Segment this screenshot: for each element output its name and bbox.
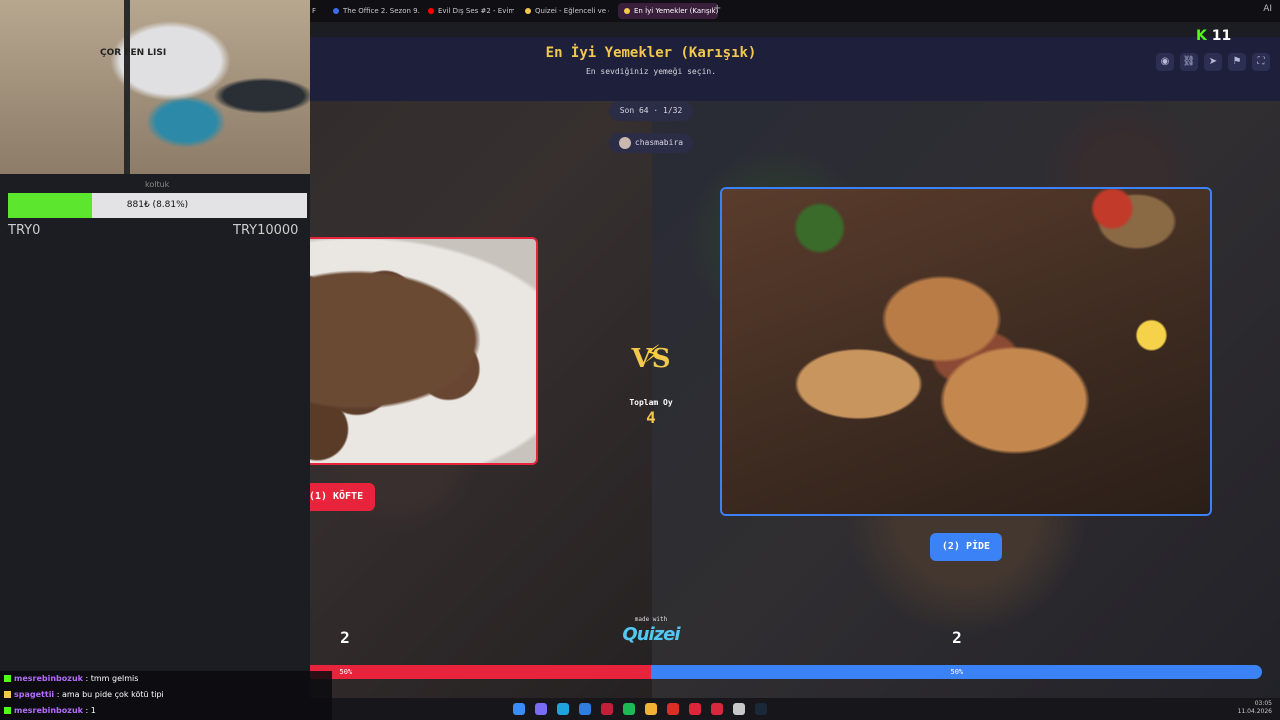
spotify-icon[interactable] [623, 703, 635, 715]
user-badge: chasmabira [609, 133, 693, 153]
total-votes-label: Toplam Oy [629, 398, 673, 407]
chat-message: mesrebinbozuk : tmm gelmis [4, 674, 138, 683]
chat-username: mesrebinbozuk [14, 674, 83, 683]
tab-1[interactable]: F [312, 3, 320, 19]
right-vote-count: 2 [952, 628, 962, 647]
made-with-label: made with [634, 616, 668, 623]
app-icon[interactable] [711, 703, 723, 715]
chat-badge-icon [4, 675, 11, 682]
right-percent: 50% [950, 668, 964, 676]
youtube-icon [428, 8, 434, 14]
tab-label: En İyi Yemekler (Karışık) [634, 7, 718, 15]
folder-icon[interactable] [645, 703, 657, 715]
chat-message: spagettii : ama bu pide çok kötü tipi [4, 690, 164, 699]
left-vote-count: 2 [340, 628, 350, 647]
system-clock[interactable]: 03:05 11.04.2026 [1238, 700, 1272, 716]
send-icon[interactable]: ➤ [1204, 53, 1222, 71]
chrome-icon[interactable] [667, 703, 679, 715]
round-indicator: Son 64 · 1/32 [609, 101, 693, 121]
new-tab-button[interactable]: + [713, 3, 721, 14]
link-icon[interactable]: ⛓ [1180, 53, 1198, 71]
clock-date: 11.04.2026 [1237, 708, 1272, 715]
tab-4[interactable]: Quizei - Eğlenceli ve etki [525, 3, 609, 19]
webcam-sign-text: ÇOR FEN LISI [100, 48, 167, 58]
avatar [618, 136, 631, 149]
header-actions: ◉ ⛓ ➤ ⚑ ⛶ [1156, 53, 1270, 71]
viewer-count-badge: K 11 [1196, 28, 1231, 44]
chat-message: mesrebinbozuk : 1 [4, 706, 96, 715]
chat-username: mesrebinbozuk [14, 706, 83, 715]
start-icon[interactable] [513, 703, 525, 715]
donation-goal-label: koltuk [145, 180, 170, 189]
left-progress-fill: 50% [310, 665, 651, 679]
vote-progress-bar: 50% 50% [310, 665, 1262, 679]
page-title: En İyi Yemekler (Karışık) [545, 45, 757, 61]
username: chasmabira [634, 138, 684, 147]
quiz-page: En İyi Yemekler (Karışık) En sevdiğiniz … [310, 22, 1280, 698]
obs-icon[interactable] [689, 703, 701, 715]
tab-label: The Office 2. Sezon 9. Bö [343, 7, 421, 15]
choose-kofte-button[interactable]: (1) KÖFTE [310, 483, 375, 511]
page-header: En İyi Yemekler (Karışık) En sevdiğiniz … [310, 37, 1280, 101]
kick-icon: K [1196, 28, 1207, 44]
quizei-icon [525, 8, 531, 14]
chat-username: spagettii [14, 690, 55, 699]
tab-favicon-icon [333, 8, 339, 14]
flag-icon[interactable]: ⚑ [1228, 53, 1246, 71]
copilot-icon[interactable] [535, 703, 547, 715]
steam-icon[interactable] [755, 703, 767, 715]
os-taskbar: 03:05 11.04.2026 [332, 698, 1280, 720]
right-progress-fill: 50% [651, 665, 1262, 679]
total-votes-value: 4 [646, 408, 656, 427]
chat-badge-icon [4, 707, 11, 714]
viewer-count: 11 [1211, 28, 1232, 44]
chat-text: : tmm gelmis [85, 674, 139, 683]
tab-active[interactable]: En İyi Yemekler (Karışık) [618, 3, 718, 19]
donation-min: TRY0 [8, 223, 41, 238]
toolbar-ai-label[interactable]: AI [1263, 4, 1272, 14]
quizei-logo[interactable]: Quizei [611, 624, 691, 645]
tab-label: Evil Dış Ses #2 - Evim Şel [438, 7, 514, 15]
tab-3[interactable]: Evil Dış Ses #2 - Evim Şel [428, 3, 514, 19]
edge-icon[interactable] [557, 703, 569, 715]
eye-icon[interactable]: ◉ [1156, 53, 1174, 71]
pide-image [722, 189, 1210, 514]
choose-pide-button[interactable]: (2) PİDE [930, 533, 1002, 561]
choice-card-kofte[interactable] [310, 237, 538, 465]
page-subtitle: En sevdiğiniz yemeği seçin. [585, 67, 717, 76]
lightning-icon: ⚡ [644, 340, 661, 368]
choice-card-pide[interactable] [720, 187, 1212, 516]
settings-icon[interactable] [579, 703, 591, 715]
clock-time: 03:05 [1254, 700, 1272, 707]
opera-icon[interactable] [601, 703, 613, 715]
donation-progress-bar: 881₺ (8.81%) [8, 193, 307, 218]
chat-text: : 1 [85, 706, 96, 715]
tab-label: Quizei - Eğlenceli ve etki [535, 7, 609, 15]
donation-amount: 881₺ (8.81%) [126, 200, 189, 210]
donation-max: TRY10000 [233, 223, 299, 238]
stream-chat: mesrebinbozuk : tmm gelmis spagettii : a… [0, 671, 332, 720]
tab-2[interactable]: The Office 2. Sezon 9. Bö [333, 3, 421, 19]
kofte-image [310, 239, 536, 463]
app-icon[interactable] [733, 703, 745, 715]
fullscreen-icon[interactable]: ⛶ [1252, 53, 1270, 71]
tab-label: F [312, 7, 317, 15]
webcam-feed: ÇOR FEN LISI [0, 0, 310, 174]
quizei-icon [624, 8, 630, 14]
chat-text: : ama bu pide çok kötü tipi [56, 690, 164, 699]
left-percent: 50% [339, 668, 353, 676]
chat-badge-icon [4, 691, 11, 698]
